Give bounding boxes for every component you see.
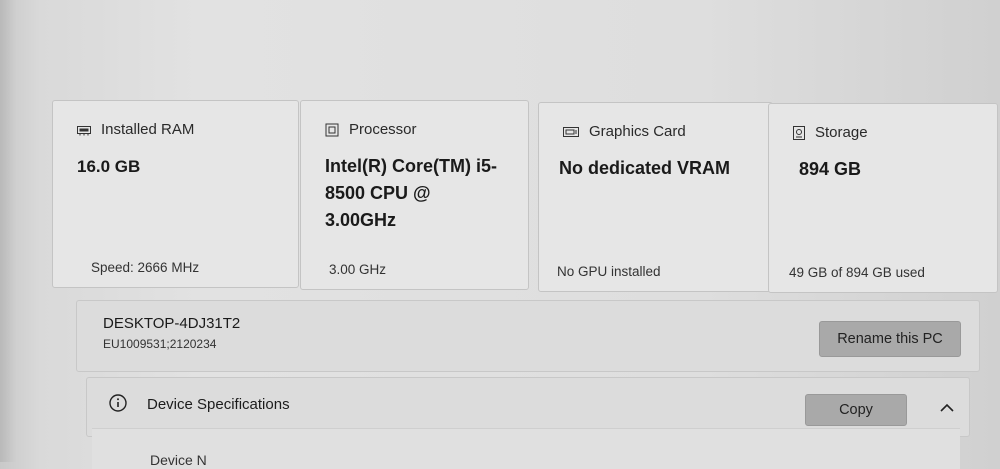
copy-button[interactable]: Copy — [805, 394, 907, 426]
storage-card: Storage 894 GB 49 GB of 894 GB used — [768, 103, 998, 293]
rename-pc-button[interactable]: Rename this PC — [819, 321, 961, 357]
storage-value: 894 GB — [799, 159, 862, 179]
graphics-card-card: Graphics Card No dedicated VRAM No GPU i… — [538, 102, 773, 292]
storage-label: Storage — [815, 124, 868, 141]
processor-label: Processor — [349, 121, 417, 138]
processor-speed: 3.00 GHz — [329, 262, 387, 277]
installed-ram-header: Installed RAM — [77, 121, 194, 138]
device-specifications-label: Device Specifications — [147, 396, 290, 413]
graphics-card-icon — [563, 126, 579, 138]
device-specifications-panel — [92, 428, 960, 469]
ram-icon — [77, 124, 91, 136]
pc-name-row: DESKTOP-4DJ31T2 EU1009531;2120234 Rename… — [76, 300, 980, 372]
installed-ram-value: 16.0 GB — [77, 157, 141, 176]
installed-ram-label: Installed RAM — [101, 121, 195, 138]
pc-id: EU1009531;2120234 — [103, 337, 217, 351]
window-edge — [0, 0, 16, 462]
graphics-card-header: Graphics Card — [563, 123, 686, 140]
installed-ram-card: Installed RAM 16.0 GB Speed: 2666 MHz — [52, 100, 299, 288]
ram-speed: Speed: 2666 MHz — [91, 260, 200, 275]
chevron-up-icon[interactable] — [939, 400, 955, 418]
processor-card: Processor Intel(R) Core(TM) i5-8500 CPU … — [300, 100, 529, 290]
gpu-status: No GPU installed — [557, 264, 661, 279]
storage-usage: 49 GB of 894 GB used — [789, 265, 925, 280]
storage-icon — [793, 125, 805, 140]
processor-header: Processor — [325, 121, 417, 138]
graphics-card-label: Graphics Card — [589, 123, 686, 140]
device-name-label-partial: Device N — [150, 452, 207, 468]
graphics-card-value: No dedicated VRAM — [559, 158, 731, 178]
processor-value: Intel(R) Core(TM) i5-8500 CPU @ 3.00GHz — [325, 156, 497, 230]
processor-icon — [325, 123, 339, 137]
storage-header: Storage — [793, 124, 868, 141]
pc-name: DESKTOP-4DJ31T2 — [103, 315, 241, 332]
info-icon — [109, 394, 127, 417]
